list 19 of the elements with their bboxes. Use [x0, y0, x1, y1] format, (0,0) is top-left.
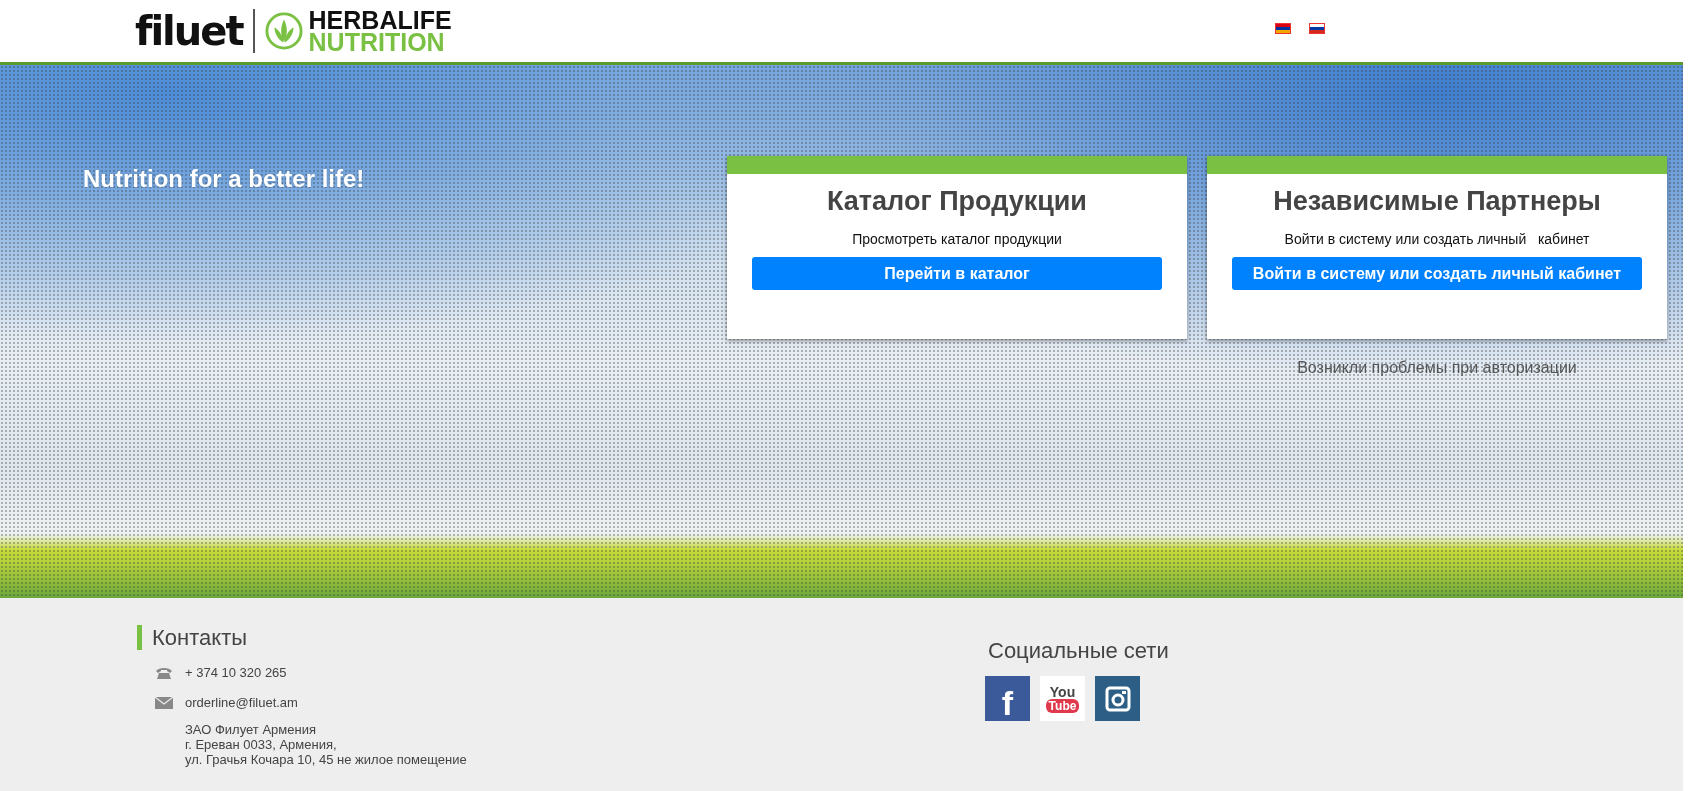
email-address: orderline@filuet.am [185, 695, 298, 710]
social-title: Социальные сети [988, 638, 1169, 664]
card-title: Каталог Продукции [827, 186, 1087, 217]
card-title: Независимые Партнеры [1273, 186, 1601, 217]
card-text: Войти в систему или создать личный кабинет [1284, 231, 1590, 247]
card-text: Просмотреть каталог продукции [852, 231, 1062, 247]
logo-brand-text: filuet [135, 8, 243, 54]
facebook-icon[interactable]: f [985, 676, 1030, 721]
tagline: Nutrition for a better life! [83, 165, 366, 193]
postal-address: ЗАО Филует Армения г. Ереван 0033, Армения, ул. Грачья Кочара 10, 45 не жилое помещение [185, 722, 468, 767]
logo-partner-subtext: NUTRITION [308, 31, 445, 53]
card-button[interactable]: Перейти в каталог [752, 257, 1162, 290]
logo[interactable]: filuet HERBALIFE NUTRITION [135, 6, 452, 56]
youtube-icon[interactable]: You Tube [1040, 676, 1085, 721]
logo-partner-text: HERBALIFE [308, 9, 452, 31]
contacts-title: Контакты [137, 625, 985, 650]
phone-number: + 374 10 320 265 [185, 665, 287, 680]
help-link[interactable]: Возникли проблемы при авторизации [1297, 359, 1577, 377]
card-button[interactable]: Войти в систему или создать личный кабинет [1232, 257, 1642, 290]
